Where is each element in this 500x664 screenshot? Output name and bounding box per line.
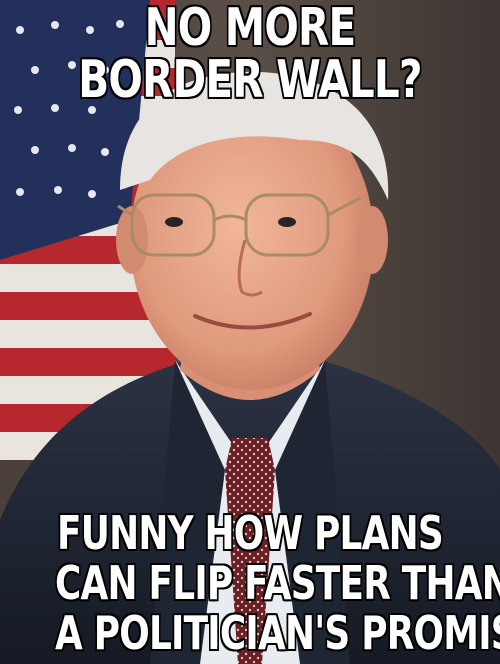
top-caption-line: BORDER WALL? <box>77 50 423 110</box>
bottom-caption: FUNNY HOW PLANS CAN FLIP FASTER THAN A P… <box>54 506 500 660</box>
bottom-caption-line: FUNNY HOW PLANS <box>56 506 444 560</box>
bottom-caption-line: CAN FLIP FASTER THAN <box>54 556 500 610</box>
bottom-caption-line: A POLITICIAN'S PROMISE <box>54 606 500 660</box>
top-caption-line: NO MORE <box>144 0 357 58</box>
top-caption: NO MORE BORDER WALL? <box>55 0 445 110</box>
meme-image: NO MORE BORDER WALL? FUNNY HOW PLANS CAN… <box>0 0 500 664</box>
